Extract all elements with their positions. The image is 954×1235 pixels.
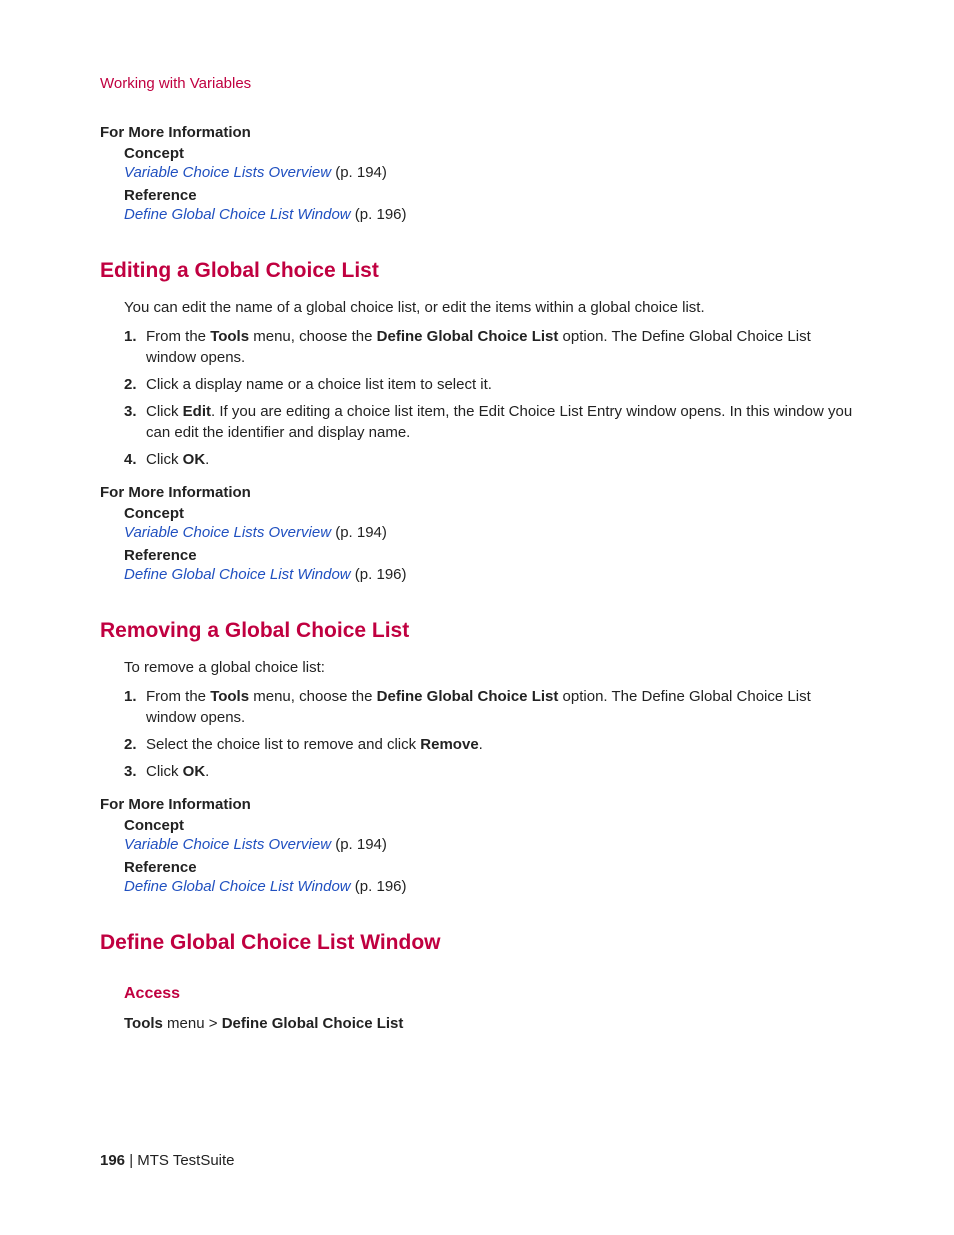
section-intro: To remove a global choice list: <box>124 657 854 678</box>
fmi-concept-label: Concept <box>124 817 854 834</box>
step-text: Click OK. <box>146 761 854 782</box>
step-number: 2. <box>124 374 146 395</box>
footer-separator: | <box>125 1152 137 1169</box>
xref-define-global-choice-list-window[interactable]: Define Global Choice List Window <box>124 566 351 583</box>
page-number: 196 <box>100 1152 125 1169</box>
page-ref: (p. 194) <box>331 524 387 541</box>
fmi-link-row: Define Global Choice List Window (p. 196… <box>124 206 854 223</box>
xref-variable-choice-lists-overview[interactable]: Variable Choice Lists Overview <box>124 836 331 853</box>
step-number: 4. <box>124 449 146 470</box>
step-list: 1. From the Tools menu, choose the Defin… <box>124 686 854 782</box>
fmi-concept-label: Concept <box>124 505 854 522</box>
fmi-title: For More Information <box>100 124 854 141</box>
fmi-link-row: Variable Choice Lists Overview (p. 194) <box>124 164 854 181</box>
step-item: 2. Click a display name or a choice list… <box>124 374 854 395</box>
fmi-link-row: Define Global Choice List Window (p. 196… <box>124 878 854 895</box>
fmi-title: For More Information <box>100 796 854 813</box>
section-heading-removing: Removing a Global Choice List <box>100 619 854 643</box>
fmi-concept-label: Concept <box>124 145 854 162</box>
step-number: 3. <box>124 761 146 782</box>
section-heading-editing: Editing a Global Choice List <box>100 259 854 283</box>
fmi-reference-label: Reference <box>124 859 854 876</box>
for-more-info-block: For More Information Concept Variable Ch… <box>100 484 854 583</box>
page-ref: (p. 196) <box>351 206 407 223</box>
xref-variable-choice-lists-overview[interactable]: Variable Choice Lists Overview <box>124 524 331 541</box>
xref-define-global-choice-list-window[interactable]: Define Global Choice List Window <box>124 878 351 895</box>
access-heading: Access <box>124 985 854 1003</box>
section-heading-define-window: Define Global Choice List Window <box>100 931 854 955</box>
product-name: MTS TestSuite <box>137 1152 234 1169</box>
document-page: Working with Variables For More Informat… <box>0 0 954 1235</box>
fmi-link-row: Define Global Choice List Window (p. 196… <box>124 566 854 583</box>
step-item: 3. Click Edit. If you are editing a choi… <box>124 401 854 443</box>
step-text: Click OK. <box>146 449 854 470</box>
xref-variable-choice-lists-overview[interactable]: Variable Choice Lists Overview <box>124 164 331 181</box>
fmi-reference-label: Reference <box>124 547 854 564</box>
step-list: 1. From the Tools menu, choose the Defin… <box>124 326 854 470</box>
step-text: Click Edit. If you are editing a choice … <box>146 401 854 443</box>
for-more-info-block: For More Information Concept Variable Ch… <box>100 124 854 223</box>
step-text: Click a display name or a choice list it… <box>146 374 854 395</box>
step-number: 2. <box>124 734 146 755</box>
step-number: 1. <box>124 686 146 728</box>
fmi-title: For More Information <box>100 484 854 501</box>
page-footer: 196 | MTS TestSuite <box>100 1152 235 1169</box>
step-number: 3. <box>124 401 146 443</box>
fmi-reference-label: Reference <box>124 187 854 204</box>
step-item: 4. Click OK. <box>124 449 854 470</box>
page-ref: (p. 196) <box>351 878 407 895</box>
access-path: Tools menu > Define Global Choice List <box>124 1013 854 1034</box>
step-number: 1. <box>124 326 146 368</box>
fmi-link-row: Variable Choice Lists Overview (p. 194) <box>124 836 854 853</box>
step-item: 1. From the Tools menu, choose the Defin… <box>124 326 854 368</box>
step-text: Select the choice list to remove and cli… <box>146 734 854 755</box>
step-text: From the Tools menu, choose the Define G… <box>146 326 854 368</box>
step-item: 2. Select the choice list to remove and … <box>124 734 854 755</box>
step-text: From the Tools menu, choose the Define G… <box>146 686 854 728</box>
section-intro: You can edit the name of a global choice… <box>124 297 854 318</box>
fmi-link-row: Variable Choice Lists Overview (p. 194) <box>124 524 854 541</box>
page-ref: (p. 194) <box>331 164 387 181</box>
for-more-info-block: For More Information Concept Variable Ch… <box>100 796 854 895</box>
step-item: 1. From the Tools menu, choose the Defin… <box>124 686 854 728</box>
breadcrumb: Working with Variables <box>100 75 854 92</box>
xref-define-global-choice-list-window[interactable]: Define Global Choice List Window <box>124 206 351 223</box>
step-item: 3. Click OK. <box>124 761 854 782</box>
page-ref: (p. 194) <box>331 836 387 853</box>
page-ref: (p. 196) <box>351 566 407 583</box>
